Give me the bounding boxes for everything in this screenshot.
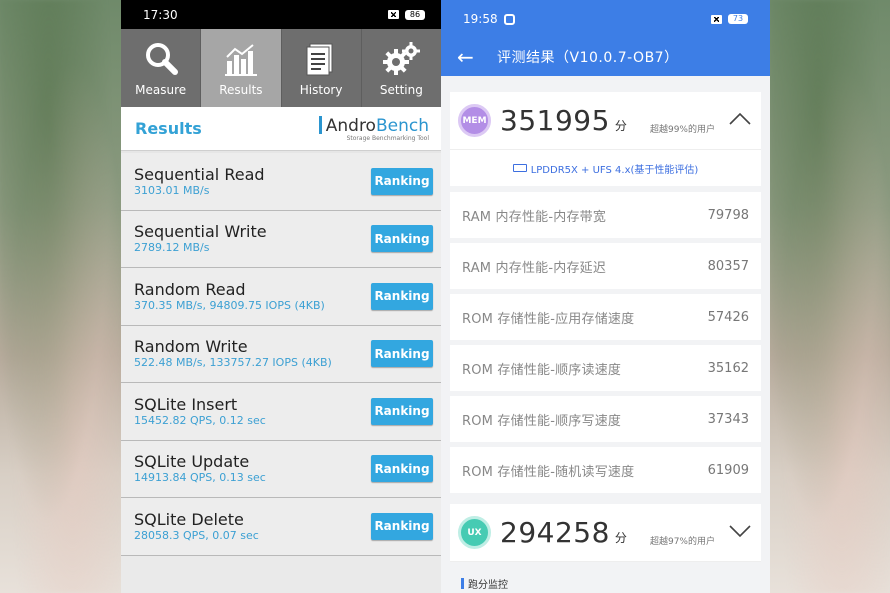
result-name: SQLite Insert bbox=[134, 394, 238, 414]
metric-row: RAM 内存性能-内存延迟 80357 bbox=[450, 243, 761, 289]
ranking-button[interactable]: Ranking bbox=[371, 455, 433, 483]
tab-setting-label: Setting bbox=[379, 83, 423, 97]
mem-badge: MEM bbox=[458, 104, 491, 137]
score-unit: 分 bbox=[614, 531, 627, 545]
ranking-button[interactable]: Ranking bbox=[371, 340, 433, 368]
androbench-screen: 17:30 86 Measure Results History Setting… bbox=[121, 0, 441, 593]
list-item: Random Read 370.35 MB/s, 94809.75 IOPS (4… bbox=[121, 268, 441, 326]
result-name: Random Write bbox=[134, 337, 248, 357]
logo-bar-icon bbox=[318, 115, 322, 134]
page-title: Results bbox=[135, 119, 202, 138]
no-sim-icon bbox=[711, 14, 722, 24]
tab-results-label: Results bbox=[219, 83, 263, 97]
result-value: 28058.3 QPS, 0.07 sec bbox=[134, 528, 259, 542]
section-marker bbox=[461, 578, 464, 589]
result-name: Sequential Read bbox=[134, 164, 265, 184]
ranking-button[interactable]: Ranking bbox=[371, 282, 433, 310]
tab-history-label: History bbox=[299, 83, 343, 97]
antutu-screen: 19:58 73 ← 评测结果（V10.0.7-OB7） MEM 351995 … bbox=[441, 0, 770, 593]
result-value: 15452.82 QPS, 0.12 sec bbox=[134, 413, 266, 427]
ux-score: 294258 bbox=[500, 516, 610, 549]
list-item: SQLite Delete 28058.3 QPS, 0.07 sec Ranki… bbox=[121, 498, 441, 556]
list-item: Sequential Read 3103.01 MB/s Ranking bbox=[121, 153, 441, 211]
score-unit: 分 bbox=[614, 119, 627, 133]
tab-measure-label: Measure bbox=[135, 83, 187, 97]
ranking-button[interactable]: Ranking bbox=[371, 225, 433, 253]
no-sim-icon bbox=[388, 10, 399, 19]
androbench-logo: AndroBench Storage Benchmarking Tool bbox=[318, 115, 429, 142]
ux-percentile: 超越97%的用户 bbox=[649, 537, 715, 547]
mem-score-header[interactable]: MEM 351995 分 超越99%的用户 bbox=[450, 92, 761, 150]
mem-score: 351995 bbox=[500, 104, 610, 137]
result-name: SQLite Delete bbox=[134, 509, 244, 529]
status-time: 19:58 bbox=[463, 12, 498, 26]
status-bar: 17:30 86 bbox=[121, 0, 441, 29]
page-title: 评测结果（V10.0.7-OB7） bbox=[497, 50, 679, 66]
results-list: Sequential Read 3103.01 MB/s Ranking Sequ… bbox=[121, 151, 441, 556]
result-name: SQLite Update bbox=[134, 452, 250, 472]
metric-row: RAM 内存性能-内存带宽 79798 bbox=[450, 192, 761, 238]
result-value: 2789.12 MB/s bbox=[134, 241, 210, 255]
document-icon bbox=[306, 43, 333, 76]
chevron-down-icon[interactable] bbox=[729, 524, 751, 538]
result-value: 3103.01 MB/s bbox=[134, 183, 210, 197]
main-tabs: Measure Results History Setting bbox=[121, 29, 441, 107]
status-bar: 19:58 73 bbox=[441, 0, 770, 38]
result-value: 522.48 MB/s, 133757.27 IOPS (4KB) bbox=[134, 356, 332, 370]
app-bar: ← 评测结果（V10.0.7-OB7） bbox=[441, 38, 770, 76]
ranking-button[interactable]: Ranking bbox=[371, 167, 433, 195]
bar-chart-icon bbox=[224, 44, 257, 76]
list-item: SQLite Update 14913.84 QPS, 0.13 sec Rank… bbox=[121, 440, 441, 498]
metric-row: ROM 存储性能-顺序写速度 37343 bbox=[450, 396, 761, 442]
list-item: SQLite Insert 15452.82 QPS, 0.12 sec Rank… bbox=[121, 383, 441, 441]
ram-chip-icon bbox=[512, 164, 527, 172]
list-item: Sequential Write 2789.12 MB/s Ranking bbox=[121, 210, 441, 268]
result-value: 14913.84 QPS, 0.13 sec bbox=[134, 471, 266, 485]
result-name: Random Read bbox=[134, 279, 246, 299]
tab-measure[interactable]: Measure bbox=[121, 29, 202, 107]
results-header: Results AndroBench Storage Benchmarking … bbox=[121, 107, 441, 151]
metric-row: ROM 存储性能-随机读写速度 61909 bbox=[450, 447, 761, 493]
status-time: 17:30 bbox=[143, 7, 178, 22]
tab-results[interactable]: Results bbox=[201, 29, 282, 107]
ux-badge: UX bbox=[458, 516, 491, 549]
metric-row: ROM 存储性能-顺序读速度 35162 bbox=[450, 345, 761, 391]
mem-percentile: 超越99%的用户 bbox=[649, 125, 715, 135]
battery-icon: 73 bbox=[728, 14, 748, 24]
result-name: Sequential Write bbox=[134, 222, 267, 242]
tab-history[interactable]: History bbox=[282, 29, 362, 107]
magnifier-icon bbox=[145, 43, 178, 75]
battery-icon: 86 bbox=[405, 9, 425, 20]
tab-setting[interactable]: Setting bbox=[362, 29, 441, 107]
chevron-up-icon[interactable] bbox=[729, 112, 751, 126]
result-value: 370.35 MB/s, 94809.75 IOPS (4KB) bbox=[134, 298, 325, 312]
background-right bbox=[770, 0, 890, 593]
device-config: LPDDR5X + UFS 4.x(基于性能评估) bbox=[450, 150, 761, 186]
ranking-button[interactable]: Ranking bbox=[371, 512, 433, 540]
gear-icon bbox=[383, 42, 421, 75]
ux-score-header[interactable]: UX 294258 分 超越97%的用户 bbox=[450, 504, 761, 562]
app-notification-icon bbox=[503, 13, 515, 25]
background-left bbox=[0, 0, 121, 593]
back-arrow-icon[interactable]: ← bbox=[457, 47, 481, 67]
list-item: Random Write 522.48 MB/s, 133757.27 IOPS … bbox=[121, 325, 441, 383]
ranking-button[interactable]: Ranking bbox=[371, 397, 433, 425]
section-label: 跑分监控 bbox=[461, 576, 770, 591]
metric-row: ROM 存储性能-应用存储速度 57426 bbox=[450, 294, 761, 340]
